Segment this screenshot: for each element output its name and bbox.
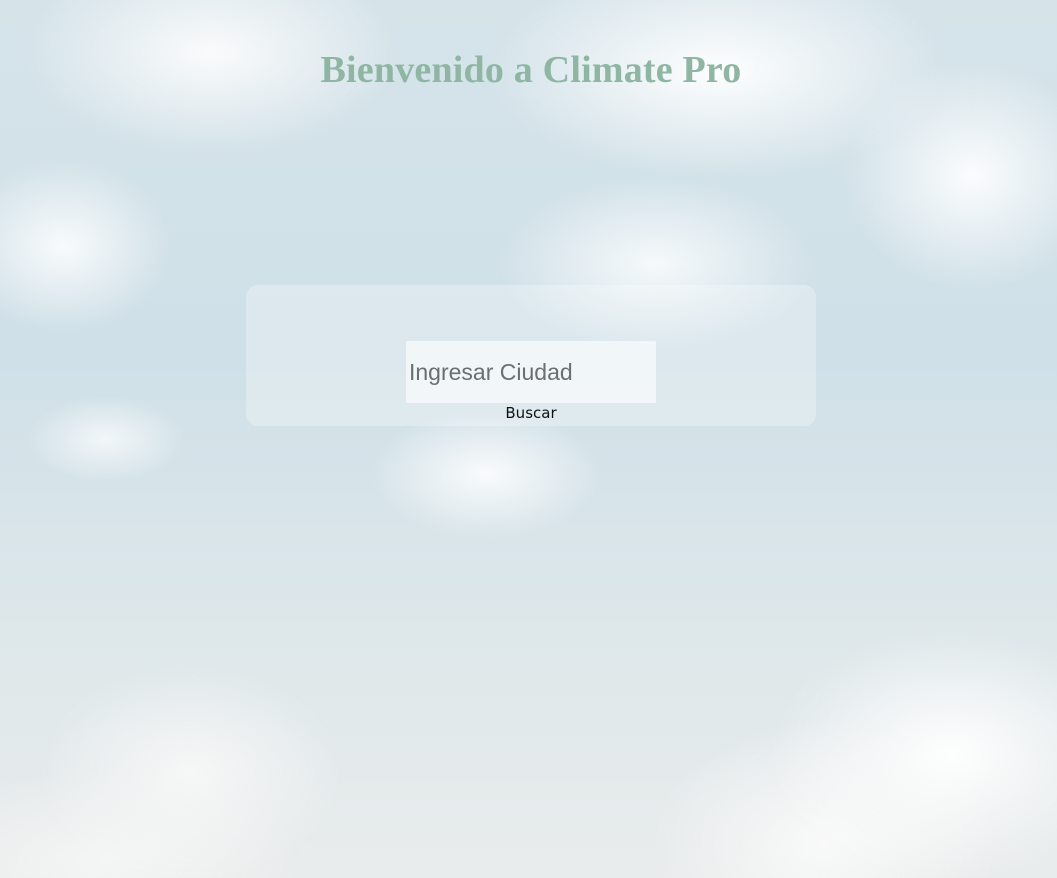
city-search-input[interactable]	[406, 341, 656, 403]
page-title: Bienvenido a Climate Pro	[320, 49, 742, 91]
search-button[interactable]: Buscar	[500, 403, 562, 423]
